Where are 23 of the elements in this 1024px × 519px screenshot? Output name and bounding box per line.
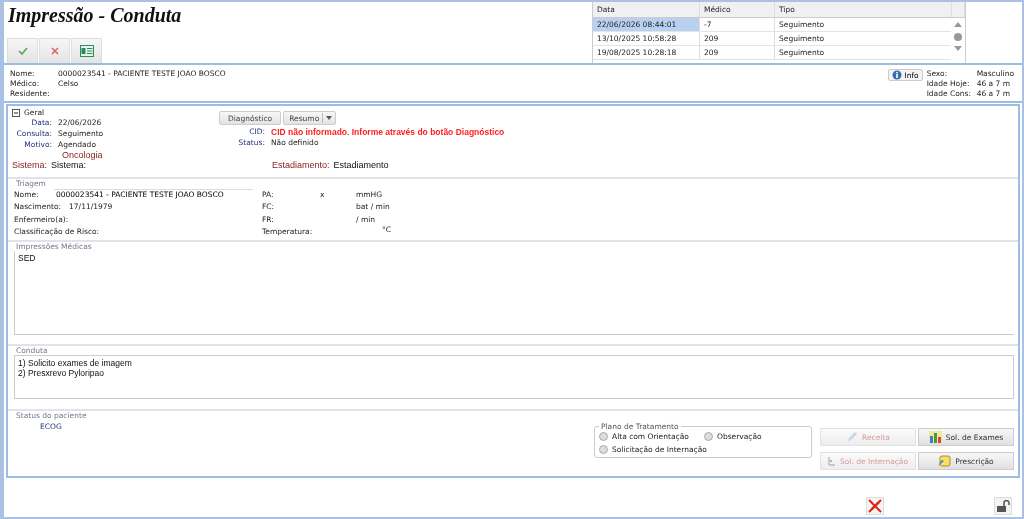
cancel-edit-button[interactable] <box>866 497 884 515</box>
warning-message: CID não informado. Informe através do botão Diagnóstico <box>271 126 505 137</box>
exit-button[interactable] <box>994 497 1012 515</box>
close-icon <box>50 47 59 55</box>
pencil-cross-icon <box>868 499 882 513</box>
chart-icon <box>928 431 942 443</box>
caret-icon <box>326 116 333 120</box>
conduct-field[interactable]: 1) Solicito exames de imagem 2) Presxrevo Pyloripao <box>14 355 1014 400</box>
spreadsheet-icon <box>79 45 94 57</box>
spreadsheet-button[interactable] <box>71 38 102 63</box>
field-label: Sistema: <box>12 160 48 170</box>
specialty-label: Oncologia <box>61 150 104 160</box>
field-label: Estadiamento: <box>272 160 331 170</box>
notepad-icon <box>938 455 952 467</box>
pencil-icon <box>846 431 859 443</box>
collapse-icon[interactable] <box>12 108 20 117</box>
check-icon <box>17 47 28 55</box>
field-value: Estadiamento <box>333 160 389 170</box>
field-value: Sistema: <box>51 160 87 170</box>
impressions-field[interactable]: SED <box>14 250 1014 335</box>
lock-icon <box>996 500 1010 512</box>
info-icon <box>892 70 903 80</box>
page-title: Impressão - Conduta <box>7 3 183 27</box>
